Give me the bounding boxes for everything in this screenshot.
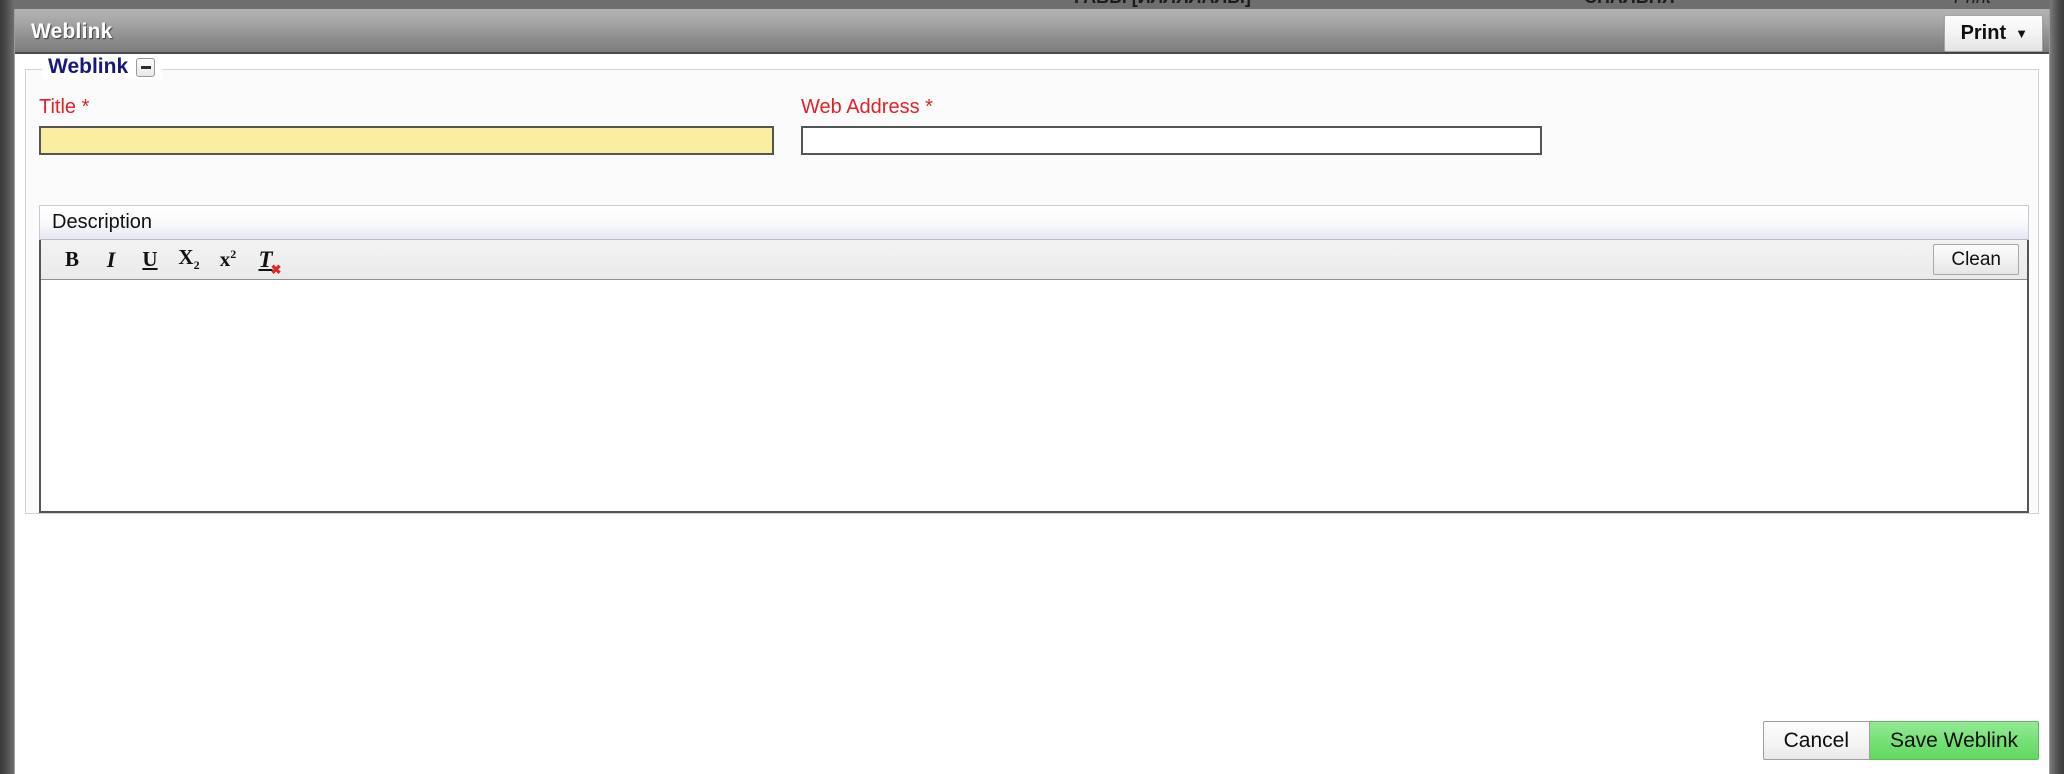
title-label-text: Title [39,96,77,118]
clean-button-label: Clean [1951,248,2001,270]
weblink-fieldset: Weblink Title * Web Address * Descriptio [25,55,2039,514]
remove-format-icon[interactable]: T ✖ [250,245,284,277]
underline-icon[interactable]: U [133,245,167,275]
title-field-label: Title * [39,96,774,119]
description-header-label: Description [52,211,153,233]
weblink-dialog: Weblink Print ▼ Weblink Title * Web Addr… [14,9,2050,774]
superscript-base: x [219,247,231,271]
dialog-titlebar: Weblink Print ▼ [15,9,2049,54]
dialog-title: Weblink [31,20,113,43]
title-field-group: Title * [39,96,774,155]
background-text-mid: СПАЛЬНЯ [1584,0,1675,8]
web-address-field-group: Web Address * [801,96,1542,155]
superscript-glyph: x2 [220,247,237,272]
title-input[interactable] [39,126,774,155]
print-button-label: Print [1960,22,2007,44]
background-text-right: Print [1954,0,1991,8]
subscript-base: X [178,245,194,270]
description-header: Description [39,205,2029,240]
save-weblink-button[interactable]: Save Weblink [1869,721,2039,760]
editor-toolbar: B I U X2 x2 T ✖ Clean [41,240,2027,280]
dialog-body: Weblink Title * Web Address * Descriptio [15,54,2049,772]
background-text-left: ГАВЫ [ИЛЛЯЛАЛЫ] [1074,0,1251,8]
overlay-edge-left [0,0,14,774]
italic-icon[interactable]: I [94,245,128,275]
minus-glyph [140,65,151,69]
web-address-required-marker: * [925,96,933,118]
subscript-small: 2 [193,258,200,273]
superscript-small: 2 [230,247,237,261]
print-button[interactable]: Print ▼ [1943,15,2043,52]
dialog-actions: Cancel Save Weblink [1762,721,2039,760]
superscript-icon[interactable]: x2 [211,245,245,275]
web-address-field-label: Web Address * [801,96,1542,119]
bold-glyph: B [64,247,79,271]
title-required-marker: * [81,96,90,118]
web-address-input[interactable] [801,126,1542,155]
fields-row: Title * Web Address * [26,70,2038,166]
overlay-edge-right [2050,0,2064,774]
description-panel: Description B I U X2 x2 T ✖ Clean [39,205,2029,513]
save-weblink-button-label: Save Weblink [1889,728,2018,752]
chevron-down-icon: ▼ [2015,26,2028,41]
clean-button[interactable]: Clean [1933,244,2019,275]
bold-icon[interactable]: B [55,245,89,275]
cancel-button-label: Cancel [1783,728,1849,752]
cancel-button[interactable]: Cancel [1762,721,1870,760]
italic-glyph: I [106,246,116,272]
web-address-label-text: Web Address [801,96,920,118]
remove-format-glyph: T ✖ [258,247,281,277]
subscript-glyph: X2 [178,245,199,273]
underline-glyph: U [142,247,158,271]
background-page-sliver: ГАВЫ [ИЛЛЯЛАЛЫ] СПАЛЬНЯ Print [14,0,2050,9]
description-editor-body[interactable] [41,280,2027,511]
subscript-icon[interactable]: X2 [172,245,206,275]
rich-text-editor: B I U X2 x2 T ✖ Clean [39,240,2029,513]
remove-format-x-mark: ✖ [270,261,282,277]
